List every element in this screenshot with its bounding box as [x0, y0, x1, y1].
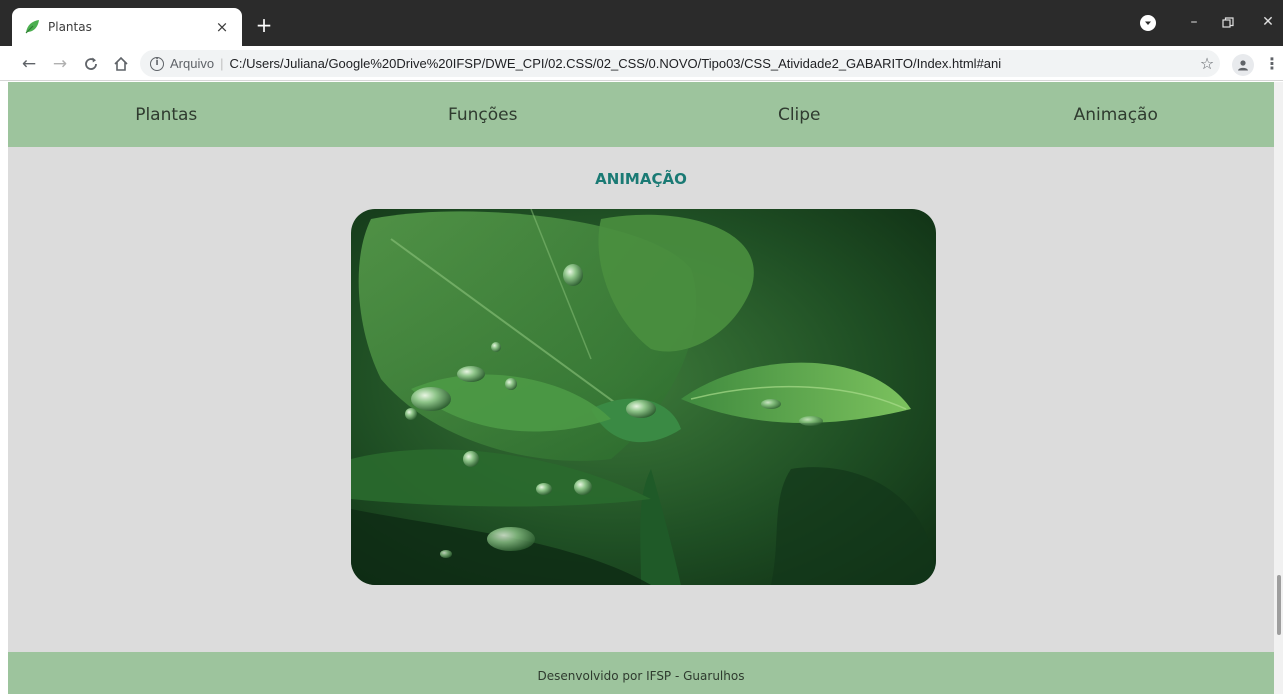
tab-close-icon[interactable]: ×	[214, 19, 230, 35]
url-text[interactable]: C:/Users/Juliana/Google%20Drive%20IFSP/D…	[229, 56, 1001, 71]
leaf-photo	[351, 209, 936, 585]
account-icon[interactable]	[1232, 54, 1254, 76]
footer-text: Desenvolvido por IFSP - Guarulhos	[537, 669, 745, 683]
minimize-icon[interactable]: –	[1183, 12, 1205, 34]
address-bar[interactable]: i Arquivo | C:/Users/Juliana/Google%20Dr…	[140, 50, 1220, 77]
info-icon[interactable]: i	[150, 56, 164, 71]
url-separator: |	[220, 56, 224, 71]
reload-icon[interactable]	[80, 53, 102, 75]
browser-tab[interactable]: Plantas ×	[12, 8, 242, 46]
new-tab-button[interactable]: +	[252, 14, 276, 38]
restore-icon[interactable]	[1217, 12, 1239, 34]
nav-link-plantas[interactable]: Plantas	[8, 82, 325, 147]
nav-link-animacao[interactable]: Animação	[958, 82, 1275, 147]
scrollbar-thumb[interactable]	[1277, 575, 1281, 635]
tab-title: Plantas	[48, 20, 92, 34]
page-footer: Desenvolvido por IFSP - Guarulhos	[8, 652, 1274, 694]
menu-icon[interactable]: ⋮	[1264, 53, 1280, 75]
home-icon[interactable]	[110, 53, 132, 75]
page-viewport: Plantas Funções Clipe Animação ANIMAÇÃO	[8, 82, 1274, 694]
bookmark-star-icon[interactable]: ☆	[1196, 53, 1218, 75]
browser-toolbar: ← → i Arquivo | C:/Users/Juliana/Google%…	[0, 46, 1283, 81]
tab-search-icon[interactable]	[1140, 15, 1156, 31]
forward-arrow-icon[interactable]: →	[49, 53, 71, 75]
close-window-icon[interactable]: ✕	[1257, 12, 1279, 34]
leaf-favicon-icon	[24, 19, 40, 35]
browser-tab-bar: Plantas × + – ✕	[0, 0, 1283, 46]
back-arrow-icon[interactable]: ←	[18, 53, 40, 75]
nav-link-funcoes[interactable]: Funções	[325, 82, 642, 147]
nav-link-clipe[interactable]: Clipe	[641, 82, 958, 147]
top-navigation: Plantas Funções Clipe Animação	[8, 82, 1274, 147]
section-title: ANIMAÇÃO	[595, 170, 687, 188]
url-scheme-label: Arquivo	[170, 56, 215, 71]
